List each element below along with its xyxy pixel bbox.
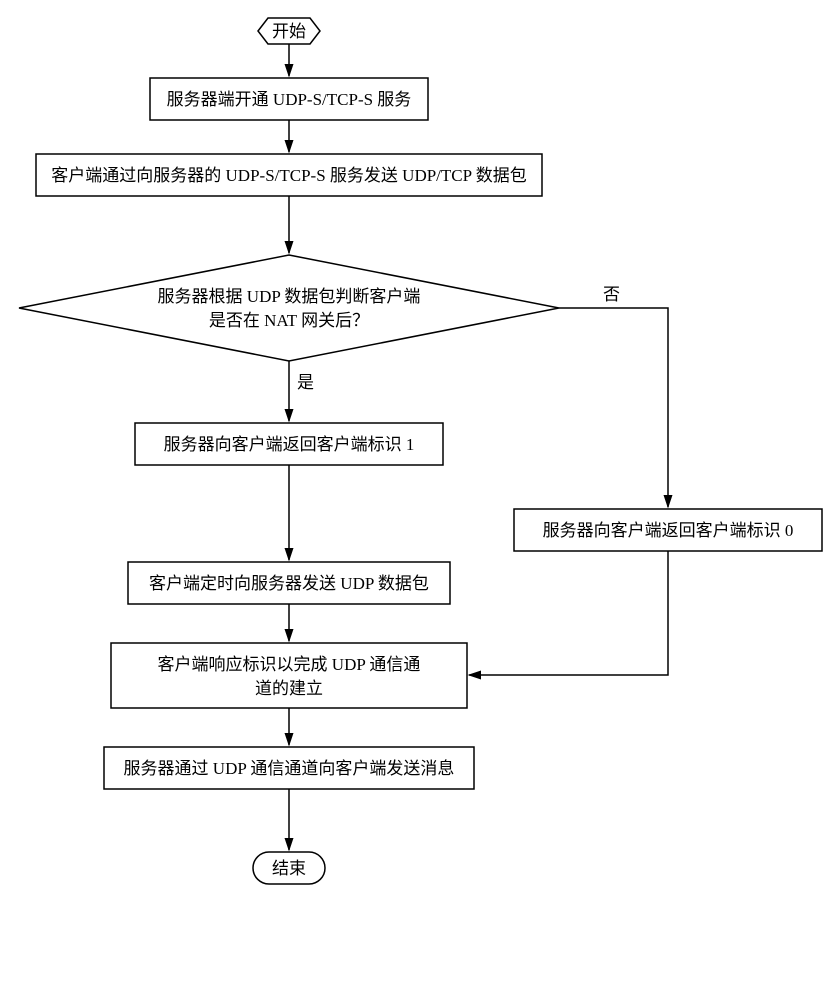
step1-label: 服务器端开通 UDP-S/TCP-S 服务	[167, 90, 412, 109]
end-label: 结束	[272, 859, 306, 878]
yes-label: 是	[297, 373, 314, 392]
start-label: 开始	[272, 22, 306, 41]
step2-node: 客户端通过向服务器的 UDP-S/TCP-S 服务发送 UDP/TCP 数据包	[36, 154, 542, 196]
flowchart-diagram: 开始 服务器端开通 UDP-S/TCP-S 服务 客户端通过向服务器的 UDP-…	[0, 0, 827, 1000]
step6-node: 客户端响应标识以完成 UDP 通信通 道的建立	[111, 643, 467, 708]
step1-node: 服务器端开通 UDP-S/TCP-S 服务	[150, 78, 428, 120]
end-node: 结束	[253, 852, 325, 884]
arrow-no-merge	[469, 551, 668, 675]
arrow-no	[559, 308, 668, 507]
step2-label: 客户端通过向服务器的 UDP-S/TCP-S 服务发送 UDP/TCP 数据包	[51, 166, 526, 185]
step7-node: 服务器通过 UDP 通信通道向客户端发送消息	[104, 747, 474, 789]
step6-line2: 道的建立	[255, 679, 323, 698]
step5-node: 客户端定时向服务器发送 UDP 数据包	[128, 562, 450, 604]
step6-line1: 客户端响应标识以完成 UDP 通信通	[158, 655, 421, 674]
yes-branch-node: 服务器向客户端返回客户端标识 1	[135, 423, 443, 465]
decision-line1: 服务器根据 UDP 数据包判断客户端	[158, 287, 421, 306]
step7-label: 服务器通过 UDP 通信通道向客户端发送消息	[124, 759, 455, 778]
decision-line2: 是否在 NAT 网关后？	[209, 311, 369, 330]
start-node: 开始	[258, 18, 320, 44]
no-label: 否	[603, 285, 620, 304]
no-branch-label: 服务器向客户端返回客户端标识 0	[543, 521, 794, 540]
decision-node: 服务器根据 UDP 数据包判断客户端 是否在 NAT 网关后？	[19, 255, 559, 361]
yes-branch-label: 服务器向客户端返回客户端标识 1	[164, 435, 415, 454]
step5-label: 客户端定时向服务器发送 UDP 数据包	[149, 574, 429, 593]
no-branch-node: 服务器向客户端返回客户端标识 0	[514, 509, 822, 551]
